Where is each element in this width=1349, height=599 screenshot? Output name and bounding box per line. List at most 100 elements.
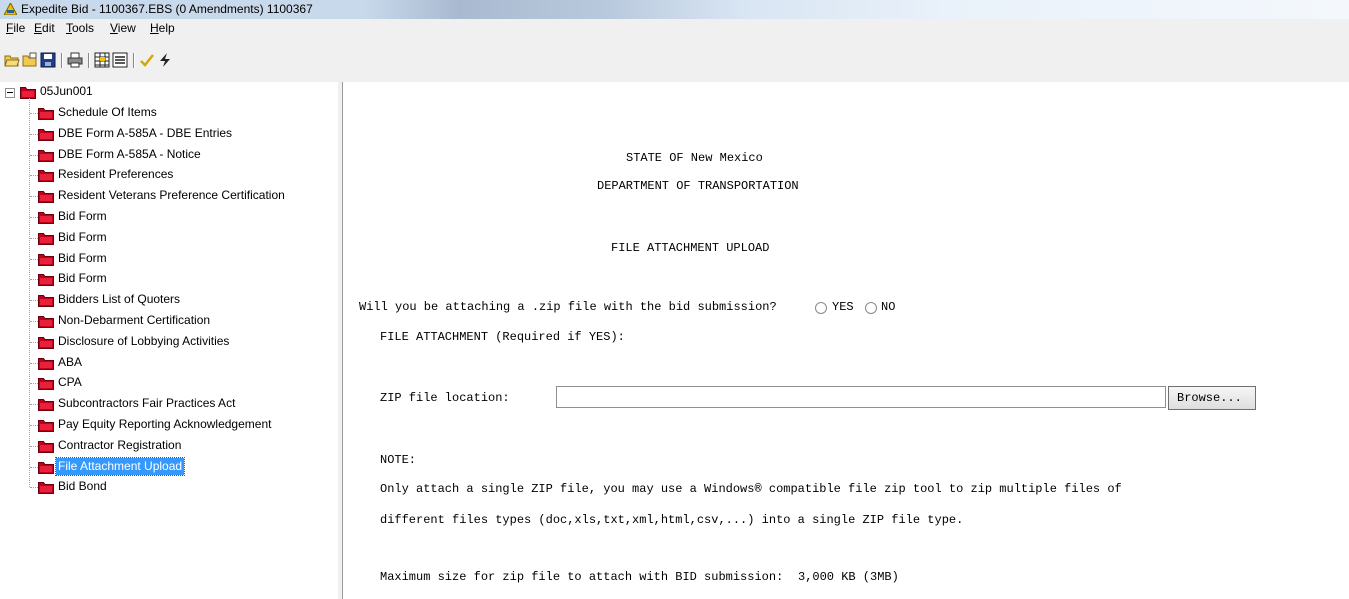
tree-item-label: ABA	[58, 355, 83, 369]
toolbar-separator	[61, 53, 63, 68]
state-heading: STATE OF New Mexico	[626, 151, 763, 165]
tree-connector	[30, 300, 38, 301]
tree-connector	[30, 404, 38, 405]
tree-item-label: Schedule Of Items	[58, 105, 157, 119]
window-title: Expedite Bid - 1100367.EBS (0 Amendments…	[21, 2, 313, 16]
folder-icon	[38, 441, 54, 453]
open-icon[interactable]	[22, 52, 38, 68]
tree-connector	[30, 238, 38, 239]
folder-icon	[38, 482, 54, 494]
tree-item-label: DBE Form A-585A - DBE Entries	[58, 126, 233, 140]
tree-connector	[30, 425, 38, 426]
folder-icon	[38, 254, 54, 266]
tree-connector	[30, 134, 38, 135]
tree-item-label: Pay Equity Reporting Acknowledgement	[58, 417, 272, 431]
browse-button-label: Browse...	[1177, 391, 1242, 405]
tree-item-label: Bid Form	[58, 251, 107, 265]
collapse-toggle[interactable]	[5, 88, 15, 98]
tree-item-label: Bidders List of Quoters	[58, 292, 181, 306]
menu-view[interactable]: View	[110, 21, 136, 35]
dept-heading: DEPARTMENT OF TRANSPORTATION	[597, 179, 799, 193]
open-folder-icon[interactable]	[4, 52, 20, 68]
save-icon[interactable]	[40, 52, 56, 68]
tree-connector	[30, 383, 38, 384]
folder-icon	[38, 420, 54, 432]
tree-item-label: Resident Preferences	[58, 167, 174, 181]
tree-connector	[30, 259, 38, 260]
toolbar	[0, 37, 1349, 82]
check-icon[interactable]	[139, 52, 155, 68]
folder-icon	[38, 337, 54, 349]
tree-root-label: 05Jun001	[40, 84, 93, 98]
folder-icon	[38, 233, 54, 245]
zip-location-label: ZIP file location:	[380, 391, 510, 405]
note-label: NOTE:	[380, 453, 417, 467]
folder-icon	[38, 358, 54, 370]
folder-icon	[38, 150, 54, 162]
tree-connector	[30, 155, 38, 156]
menu-edit[interactable]: Edit	[34, 21, 55, 35]
folder-icon	[38, 399, 54, 411]
tree-connector	[30, 446, 38, 447]
folder-icon	[38, 274, 54, 286]
folder-icon	[38, 129, 54, 141]
menu-bar: File Edit Tools View Help	[0, 19, 1349, 37]
attach-label: FILE ATTACHMENT (Required if YES):	[380, 330, 625, 344]
print-icon[interactable]	[67, 52, 83, 68]
folder-icon	[38, 295, 54, 307]
tree-item-label: Disclosure of Lobbying Activities	[58, 334, 230, 348]
tree-item-label: Non-Debarment Certification	[58, 313, 211, 327]
folder-icon	[38, 108, 54, 120]
document-tree: 05Jun001 Schedule Of Items DBE Form A-585…	[0, 82, 339, 599]
max-size-label: Maximum size for zip file to attach with…	[380, 570, 784, 584]
tree-connector	[30, 487, 38, 488]
folder-icon	[38, 191, 54, 203]
form-content: STATE OF New Mexico DEPARTMENT OF TRANSP…	[343, 82, 1349, 599]
tree-connector	[30, 279, 38, 280]
tree-item-label: Bid Form	[58, 209, 107, 223]
tree-item-label: Bid Form	[58, 271, 107, 285]
tree-item-label: Resident Veterans Preference Certificati…	[58, 188, 285, 202]
tree-item-label: File Attachment Upload	[54, 457, 186, 476]
max-size-value: 3,000 KB (3MB)	[798, 570, 899, 584]
yes-label: YES	[832, 300, 854, 314]
tree-connector	[30, 113, 38, 114]
yes-radio[interactable]	[815, 302, 827, 314]
tree-connector	[30, 175, 38, 176]
toolbar-separator	[88, 53, 90, 68]
folder-icon	[38, 462, 54, 474]
tree-connector	[30, 217, 38, 218]
tree-connector	[30, 342, 38, 343]
lightning-icon[interactable]	[157, 52, 173, 68]
list-icon[interactable]	[112, 52, 128, 68]
browse-button[interactable]: Browse...	[1168, 386, 1256, 410]
tree-connector	[30, 467, 38, 468]
tree-connector	[29, 98, 30, 488]
tree-item-label: CPA	[58, 375, 82, 389]
tree-item-label: Contractor Registration	[58, 438, 182, 452]
tree-item-label: Subcontractors Fair Practices Act	[58, 396, 236, 410]
no-radio[interactable]	[865, 302, 877, 314]
grid-icon[interactable]	[94, 52, 110, 68]
tree-connector	[30, 321, 38, 322]
toolbar-separator	[133, 53, 135, 68]
tree-item-label: DBE Form A-585A - Notice	[58, 147, 201, 161]
menu-help[interactable]: Help	[150, 21, 175, 35]
folder-icon	[38, 316, 54, 328]
zip-question: Will you be attaching a .zip file with t…	[359, 300, 777, 314]
menu-file[interactable]: File	[6, 21, 25, 35]
tree-item-label: Bid Form	[58, 230, 107, 244]
folder-icon	[38, 212, 54, 224]
app-icon	[4, 3, 17, 15]
folder-icon	[20, 87, 36, 99]
tree-item-label: Bid Bond	[58, 479, 107, 493]
note-line-1: Only attach a single ZIP file, you may u…	[380, 482, 1122, 496]
folder-icon	[38, 378, 54, 390]
tree-connector	[30, 363, 38, 364]
note-line-2: different files types (doc,xls,txt,xml,h…	[380, 513, 964, 527]
menu-tools[interactable]: Tools	[66, 21, 94, 35]
zip-location-input[interactable]	[556, 386, 1166, 408]
tree-connector	[30, 196, 38, 197]
page-title: FILE ATTACHMENT UPLOAD	[611, 241, 770, 255]
no-label: NO	[881, 300, 896, 314]
